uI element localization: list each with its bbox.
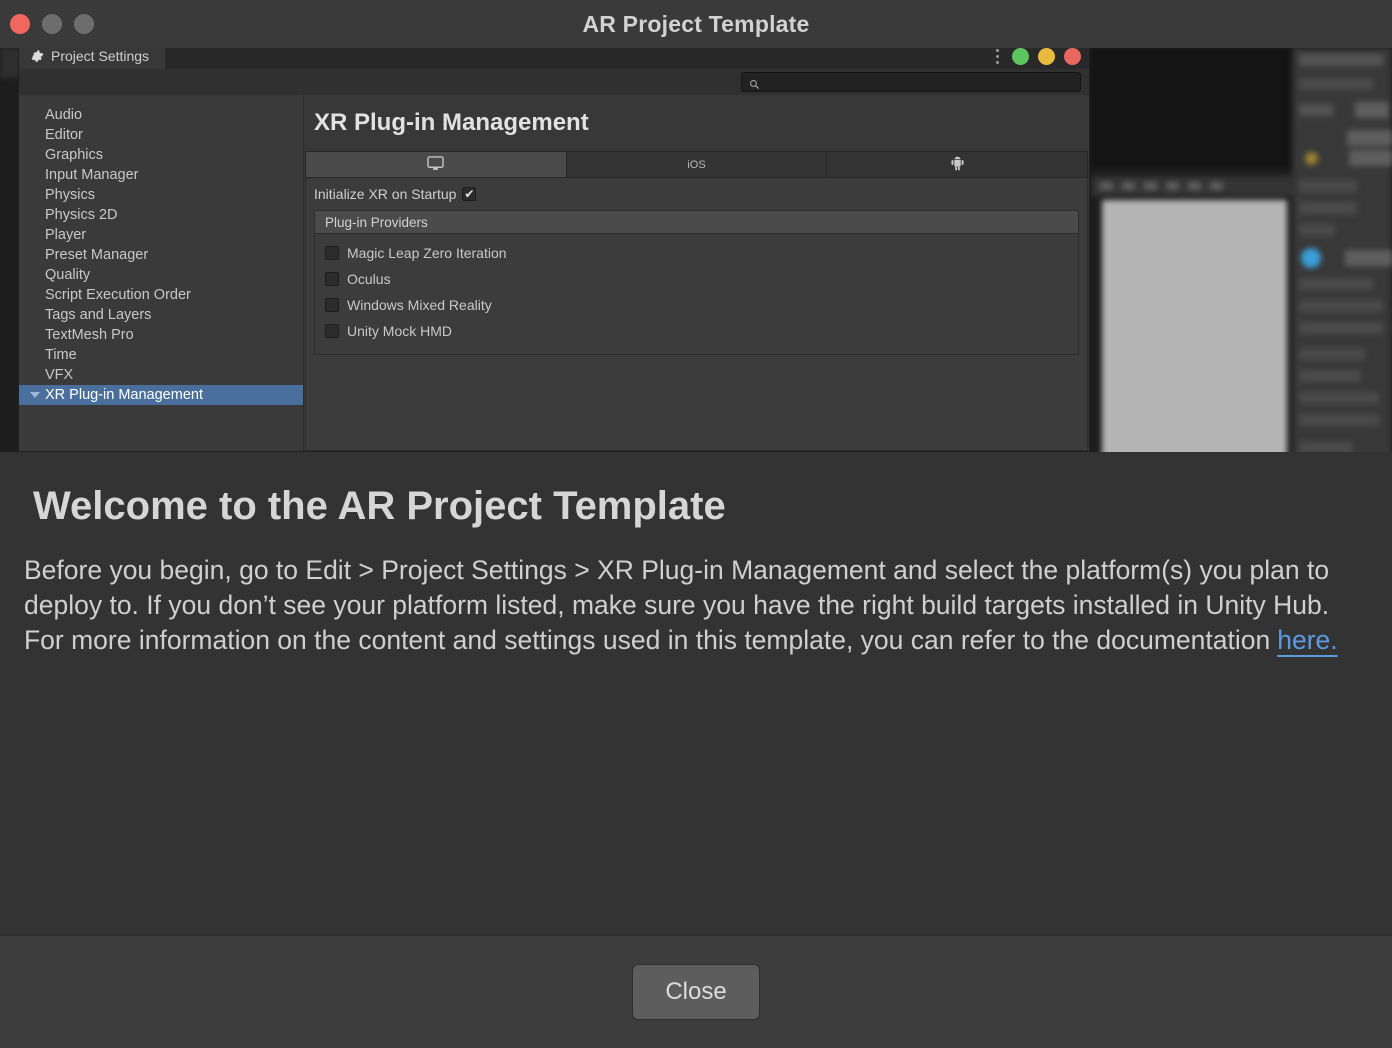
project-settings-body: Audio Editor Graphics Input Manager Phys…: [19, 95, 1089, 451]
ps-minimize-button[interactable]: [1038, 48, 1055, 65]
sidebar-item-label: VFX: [45, 367, 74, 383]
sidebar-item-label: Graphics: [45, 147, 104, 163]
sidebar-item-vfx[interactable]: VFX: [19, 365, 303, 385]
chevron-down-icon[interactable]: [30, 392, 40, 398]
plugin-providers-list: Magic Leap Zero Iteration Oculus Windows…: [315, 234, 1078, 354]
gear-icon: [31, 49, 44, 63]
sidebar-item-label: Audio: [45, 107, 83, 123]
welcome-title: Welcome to the AR Project Template: [33, 484, 726, 528]
sidebar-item-label: Player: [45, 227, 87, 243]
search-field[interactable]: [741, 72, 1081, 92]
desktop-monitor-icon: [427, 155, 445, 174]
welcome-body: Before you begin, go to Edit > Project S…: [24, 553, 1354, 658]
sidebar-item-time[interactable]: Time: [19, 345, 303, 365]
provider-checkbox[interactable]: [325, 298, 339, 312]
settings-sidebar[interactable]: Audio Editor Graphics Input Manager Phys…: [19, 95, 304, 451]
documentation-link[interactable]: here.: [1270, 625, 1337, 655]
tab-standalone-desktop[interactable]: [305, 151, 567, 178]
window-close-button[interactable]: [10, 14, 30, 34]
provider-label: Magic Leap Zero Iteration: [347, 245, 507, 261]
provider-checkbox[interactable]: [325, 324, 339, 338]
provider-checkbox[interactable]: [325, 272, 339, 286]
welcome-overlay-footer: Close: [0, 935, 1392, 1048]
provider-row[interactable]: Windows Mixed Reality: [315, 292, 1078, 318]
ps-maximize-button[interactable]: [1012, 48, 1029, 65]
sidebar-item-label: Script Execution Order: [45, 287, 191, 303]
sidebar-item-physics[interactable]: Physics: [19, 185, 303, 205]
window-zoom-button[interactable]: [74, 14, 94, 34]
sidebar-item-graphics[interactable]: Graphics: [19, 145, 303, 165]
sidebar-item-label: Physics: [45, 187, 95, 203]
sidebar-item-label: TextMesh Pro: [45, 327, 134, 343]
sidebar-item-label: Editor: [45, 127, 83, 143]
sidebar-item-label: Tags and Layers: [45, 307, 152, 323]
backdrop-dark-panel: [1090, 48, 1300, 168]
provider-row[interactable]: Magic Leap Zero Iteration: [315, 240, 1078, 266]
backdrop-scene-header: [1092, 176, 1297, 196]
tab-project-settings-label: Project Settings: [51, 48, 150, 64]
sidebar-item-label: Quality: [45, 267, 91, 283]
sidebar-item-label: XR Plug-in Management: [45, 387, 203, 403]
sidebar-item-preset-manager[interactable]: Preset Manager: [19, 245, 303, 265]
initialize-xr-checkbox[interactable]: [462, 187, 477, 201]
tab-ios-label: iOS: [687, 158, 706, 171]
project-settings-window: Project Settings Audio Editor Graphics I…: [18, 40, 1090, 452]
window-title: AR Project Template: [582, 10, 810, 37]
sidebar-item-input-manager[interactable]: Input Manager: [19, 165, 303, 185]
plugin-providers-header: Plug-in Providers: [315, 211, 1078, 234]
kebab-menu-icon[interactable]: [995, 49, 999, 64]
welcome-overlay: Welcome to the AR Project Template Befor…: [0, 452, 1392, 1048]
sidebar-item-xr-plug-in-management[interactable]: XR Plug-in Management: [19, 385, 303, 405]
sidebar-item-audio[interactable]: Audio: [19, 105, 303, 125]
tab-ios[interactable]: iOS: [566, 151, 828, 178]
provider-label: Oculus: [347, 271, 391, 287]
sidebar-item-player[interactable]: Player: [19, 225, 303, 245]
provider-row[interactable]: Unity Mock HMD: [315, 318, 1078, 344]
close-button[interactable]: Close: [632, 964, 760, 1020]
sidebar-item-tags-and-layers[interactable]: Tags and Layers: [19, 305, 303, 325]
provider-label: Unity Mock HMD: [347, 323, 453, 339]
initialize-xr-row[interactable]: Initialize XR on Startup: [314, 186, 1079, 202]
provider-label: Windows Mixed Reality: [347, 297, 492, 313]
initialize-xr-label: Initialize XR on Startup: [314, 186, 457, 202]
search-input[interactable]: [766, 75, 1056, 89]
window-titlebar: AR Project Template: [0, 0, 1392, 48]
welcome-body-text: Before you begin, go to Edit > Project S…: [24, 555, 1330, 655]
provider-row[interactable]: Oculus: [315, 266, 1078, 292]
provider-checkbox[interactable]: [325, 246, 339, 260]
app-root: Project Settings Audio Editor Graphics I…: [0, 0, 1392, 1048]
traffic-lights: [10, 14, 94, 34]
project-settings-search-row: [19, 69, 1089, 95]
sidebar-item-label: Time: [45, 347, 77, 363]
plugin-providers-box: Plug-in Providers Magic Leap Zero Iterat…: [314, 210, 1079, 355]
search-icon: [749, 77, 760, 89]
window-minimize-button[interactable]: [42, 14, 62, 34]
sidebar-item-label: Preset Manager: [45, 247, 149, 263]
welcome-overlay-content: Welcome to the AR Project Template Befor…: [0, 452, 1392, 935]
sidebar-item-label: Physics 2D: [45, 207, 118, 223]
android-robot-icon: [950, 155, 965, 174]
platform-tab-strip: iOS: [305, 151, 1089, 178]
sidebar-item-editor[interactable]: Editor: [19, 125, 303, 145]
project-settings-window-buttons: [995, 48, 1081, 65]
settings-content-pane: XR Plug-in Management iOS Initialize XR …: [304, 95, 1089, 451]
sidebar-item-label: Input Manager: [45, 167, 139, 183]
sidebar-item-script-execution-order[interactable]: Script Execution Order: [19, 285, 303, 305]
ps-close-button[interactable]: [1064, 48, 1081, 65]
page-title: XR Plug-in Management: [314, 109, 589, 136]
sidebar-item-quality[interactable]: Quality: [19, 265, 303, 285]
sidebar-item-textmesh-pro[interactable]: TextMesh Pro: [19, 325, 303, 345]
xr-settings-panel: Initialize XR on Startup Plug-in Provide…: [305, 178, 1088, 451]
sidebar-item-physics-2d[interactable]: Physics 2D: [19, 205, 303, 225]
tab-android[interactable]: [827, 151, 1089, 178]
